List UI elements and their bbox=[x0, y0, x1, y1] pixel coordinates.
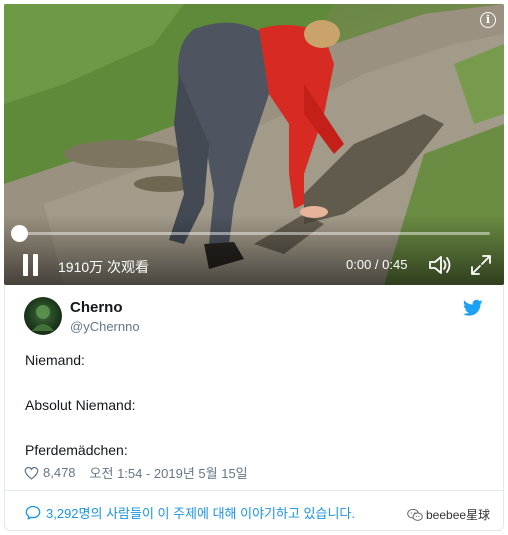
speech-bubble-icon bbox=[25, 505, 41, 520]
watermark-text: beebee星球 bbox=[426, 508, 491, 522]
conversation-link[interactable]: 3,292명의 사람들이 이 주제에 대해 이야기하고 있습니다. bbox=[25, 503, 355, 522]
fullscreen-icon[interactable] bbox=[469, 253, 493, 277]
volume-icon[interactable] bbox=[427, 253, 453, 277]
time-display: 0:00 / 0:45 bbox=[346, 257, 408, 272]
twitter-bird-icon[interactable] bbox=[463, 299, 483, 317]
user-handle[interactable]: @yChernno bbox=[70, 319, 140, 334]
tweet-card: Cherno @yChernno Niemand: Absolut Nieman… bbox=[4, 285, 504, 531]
pause-icon[interactable] bbox=[22, 254, 40, 276]
tweet-meta: 8,478 오전 1:54 - 2019년 5월 15일 bbox=[24, 463, 248, 482]
tweet-text-line: Pferdemädchen: bbox=[25, 442, 128, 458]
video-player[interactable]: i 1910万 次观看 0:00 / 0:45 bbox=[4, 4, 504, 285]
avatar[interactable] bbox=[24, 297, 62, 335]
wechat-icon bbox=[407, 508, 423, 521]
like-count[interactable]: 8,478 bbox=[43, 465, 76, 480]
info-icon[interactable]: i bbox=[480, 12, 496, 28]
watermark: beebee星球 bbox=[404, 505, 494, 524]
avatar-image bbox=[32, 305, 54, 331]
conversation-text[interactable]: 3,292명의 사람들이 이 주제에 대해 이야기하고 있습니다. bbox=[46, 503, 355, 522]
divider bbox=[5, 490, 503, 491]
tweet-text-line: Niemand: bbox=[25, 352, 85, 368]
progress-handle[interactable] bbox=[11, 225, 28, 242]
heart-icon[interactable] bbox=[24, 466, 39, 480]
tweet-timestamp[interactable]: 오전 1:54 - 2019년 5월 15일 bbox=[90, 463, 248, 482]
progress-bar[interactable] bbox=[18, 232, 490, 235]
display-name[interactable]: Cherno bbox=[70, 299, 123, 316]
tweet-text-line: Absolut Niemand: bbox=[25, 397, 136, 413]
view-count: 1910万 次观看 bbox=[58, 259, 150, 275]
